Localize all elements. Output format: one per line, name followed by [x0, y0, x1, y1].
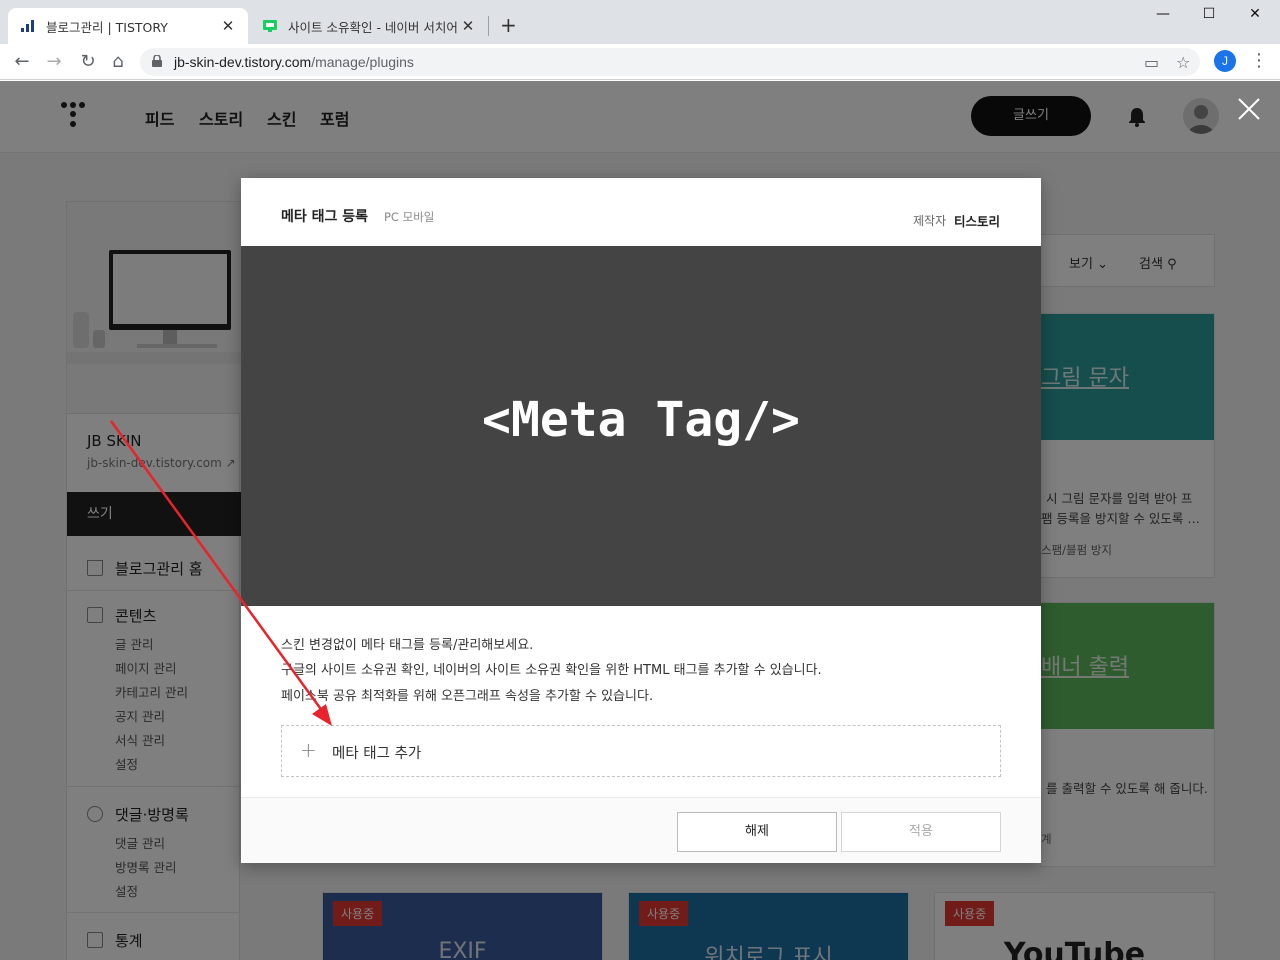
modal-platforms: PC 모바일 [384, 210, 435, 224]
cast-icon[interactable]: ▭ [1144, 53, 1159, 72]
tab-blog-manage[interactable]: 블로그관리 | TISTORY ✕ [8, 8, 248, 44]
meta-tag-plugin-modal: 메타 태그 등록 PC 모바일 제작자 티스토리 <Meta Tag/> 스킨 … [241, 178, 1041, 863]
maximize-icon[interactable]: ☐ [1186, 6, 1232, 22]
new-tab-icon[interactable]: + [500, 14, 517, 36]
plus-icon: + [300, 738, 317, 762]
plugin-description-line: 페이스북 공유 최적화를 위해 오픈그래프 속성을 추가할 수 있습니다. [281, 689, 654, 704]
forward-icon[interactable]: → [42, 50, 66, 74]
plugin-description-line: 구글의 사이트 소유권 확인, 네이버의 사이트 소유권 확인을 위한 HTML… [281, 663, 822, 678]
modal-close-icon[interactable] [1236, 96, 1262, 122]
release-button[interactable]: 해제 [677, 812, 837, 852]
window-close-icon[interactable]: ✕ [1232, 6, 1278, 22]
minimize-icon[interactable]: — [1140, 6, 1186, 22]
maker-label: 제작자 [913, 214, 947, 228]
hero-text: <Meta Tag/> [482, 392, 800, 448]
naver-favicon-icon [262, 18, 278, 34]
tab-title: 사이트 소유확인 - 네이버 서치어 [288, 19, 458, 35]
modal-title: 메타 태그 등록 [281, 209, 369, 225]
profile-avatar[interactable]: J [1214, 50, 1236, 72]
modal-header: 메타 태그 등록 PC 모바일 제작자 티스토리 [241, 178, 1041, 246]
address-bar[interactable]: jb-skin-dev.tistory.com/manage/plugins ▭… [140, 48, 1200, 76]
bookmark-star-icon[interactable]: ☆ [1176, 53, 1190, 72]
reload-icon[interactable]: ↻ [76, 50, 100, 74]
modal-footer: 해제 적용 [241, 797, 1041, 863]
tab-close-icon[interactable]: ✕ [220, 17, 236, 35]
tab-separator [488, 16, 489, 36]
browser-tab-bar: 블로그관리 | TISTORY ✕ 사이트 소유확인 - 네이버 서치어 ✕ +… [0, 0, 1280, 44]
plugin-description-line: 스킨 변경없이 메타 태그를 등록/관리해보세요. [281, 638, 534, 653]
apply-button[interactable]: 적용 [841, 812, 1001, 852]
browser-toolbar: ← → ↻ ⌂ jb-skin-dev.tistory.com/manage/p… [0, 44, 1280, 80]
lock-icon [152, 55, 162, 67]
home-icon[interactable]: ⌂ [106, 50, 130, 74]
tab-naver-search[interactable]: 사이트 소유확인 - 네이버 서치어 ✕ [250, 8, 488, 44]
back-icon[interactable]: ← [10, 50, 34, 74]
chrome-menu-icon[interactable]: ⋮ [1250, 50, 1268, 72]
tab-title: 블로그관리 | TISTORY [46, 19, 168, 35]
maker-value: 티스토리 [954, 214, 1001, 229]
add-meta-tag-button[interactable]: + 메타 태그 추가 [281, 725, 1001, 777]
tistory-favicon-icon [20, 18, 36, 34]
add-meta-tag-label: 메타 태그 추가 [332, 746, 422, 762]
plugin-hero-banner: <Meta Tag/> [241, 246, 1041, 606]
tab-close-icon[interactable]: ✕ [460, 17, 476, 35]
url-text: jb-skin-dev.tistory.com/manage/plugins [174, 54, 414, 70]
